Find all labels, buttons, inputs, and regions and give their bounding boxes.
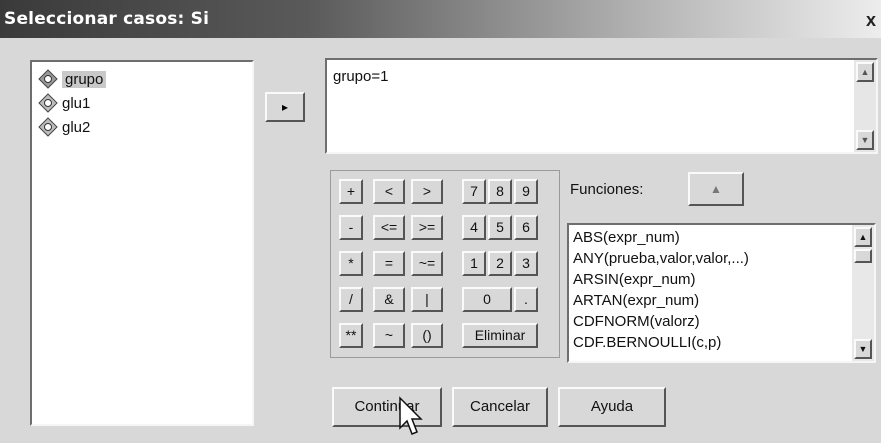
list-item[interactable]: CDFNORM(valorz) xyxy=(573,313,700,330)
key-6[interactable]: 6 xyxy=(514,215,538,240)
scale-variable-icon xyxy=(38,117,58,137)
key-9[interactable]: 9 xyxy=(514,179,538,204)
close-button[interactable]: x xyxy=(863,10,879,32)
list-item[interactable]: ARSIN(expr_num) xyxy=(573,271,696,288)
key-less-than[interactable]: < xyxy=(373,179,405,204)
key-8[interactable]: 8 xyxy=(488,179,512,204)
key-7[interactable]: 7 xyxy=(462,179,486,204)
functions-scrollbar[interactable]: ▲ ▼ xyxy=(852,225,874,361)
variable-label: glu1 xyxy=(62,94,91,112)
window-title: Seleccionar casos: Si xyxy=(4,9,210,29)
title-bar: Seleccionar casos: Si x xyxy=(0,0,881,38)
key-less-equal[interactable]: <= xyxy=(373,215,405,240)
expression-input[interactable]: grupo=1 ▲ ▼ xyxy=(325,58,878,154)
list-item-glu2[interactable]: glu2 xyxy=(38,116,90,138)
scroll-thumb[interactable] xyxy=(854,249,872,263)
cancel-button[interactable]: Cancelar xyxy=(452,387,548,427)
variable-list[interactable]: grupo glu1 glu2 xyxy=(30,60,254,426)
key-greater-equal[interactable]: >= xyxy=(411,215,443,240)
key-4[interactable]: 4 xyxy=(462,215,486,240)
list-item[interactable]: ABS(expr_num) xyxy=(573,229,680,246)
continue-button[interactable]: Continuar xyxy=(332,387,442,427)
scroll-down-icon[interactable]: ▼ xyxy=(854,339,872,359)
delete-button[interactable]: Eliminar xyxy=(462,323,538,348)
expression-text: grupo=1 xyxy=(333,68,389,85)
scroll-up-icon[interactable]: ▲ xyxy=(856,62,874,82)
key-not-equal[interactable]: ~= xyxy=(411,251,443,276)
list-item[interactable]: CDF.BERNOULLI(c,p) xyxy=(573,334,721,351)
list-item[interactable]: ANY(prueba,valor,valor,...) xyxy=(573,250,749,267)
mouse-pointer-icon xyxy=(399,396,423,435)
scroll-up-icon[interactable]: ▲ xyxy=(854,227,872,247)
key-and[interactable]: & xyxy=(373,287,405,312)
move-variable-button[interactable]: ▸ xyxy=(265,92,305,122)
key-not[interactable]: ~ xyxy=(373,323,405,348)
scale-variable-icon xyxy=(38,69,58,89)
list-item-grupo[interactable]: grupo xyxy=(38,68,107,90)
scale-variable-icon xyxy=(38,93,58,113)
functions-label: Funciones: xyxy=(570,181,644,198)
functions-list[interactable]: ABS(expr_num) ANY(prueba,valor,valor,...… xyxy=(567,223,876,363)
insert-function-button[interactable]: ▲ xyxy=(688,172,744,206)
key-decimal[interactable]: . xyxy=(514,287,538,312)
calculator-keypad: + < > 7 8 9 - <= >= 4 5 6 * = ~= 1 2 3 /… xyxy=(330,170,560,358)
key-5[interactable]: 5 xyxy=(488,215,512,240)
key-minus[interactable]: - xyxy=(339,215,363,240)
scroll-down-icon[interactable]: ▼ xyxy=(856,130,874,150)
key-plus[interactable]: + xyxy=(339,179,363,204)
key-equal[interactable]: = xyxy=(373,251,405,276)
key-power[interactable]: ** xyxy=(339,323,363,348)
variable-label: glu2 xyxy=(62,118,91,136)
key-parentheses[interactable]: () xyxy=(411,323,443,348)
key-1[interactable]: 1 xyxy=(462,251,486,276)
key-2[interactable]: 2 xyxy=(488,251,512,276)
variable-label: grupo xyxy=(62,70,107,88)
key-or[interactable]: | xyxy=(411,287,443,312)
key-greater-than[interactable]: > xyxy=(411,179,443,204)
key-0[interactable]: 0 xyxy=(462,287,512,312)
expression-scrollbar[interactable]: ▲ ▼ xyxy=(854,60,876,152)
select-cases-dialog: Seleccionar casos: Si x grupo glu1 glu2 xyxy=(0,0,881,443)
key-3[interactable]: 3 xyxy=(514,251,538,276)
list-item[interactable]: ARTAN(expr_num) xyxy=(573,292,699,309)
key-divide[interactable]: / xyxy=(339,287,363,312)
key-multiply[interactable]: * xyxy=(339,251,363,276)
help-button[interactable]: Ayuda xyxy=(558,387,666,427)
list-item-glu1[interactable]: glu1 xyxy=(38,92,90,114)
